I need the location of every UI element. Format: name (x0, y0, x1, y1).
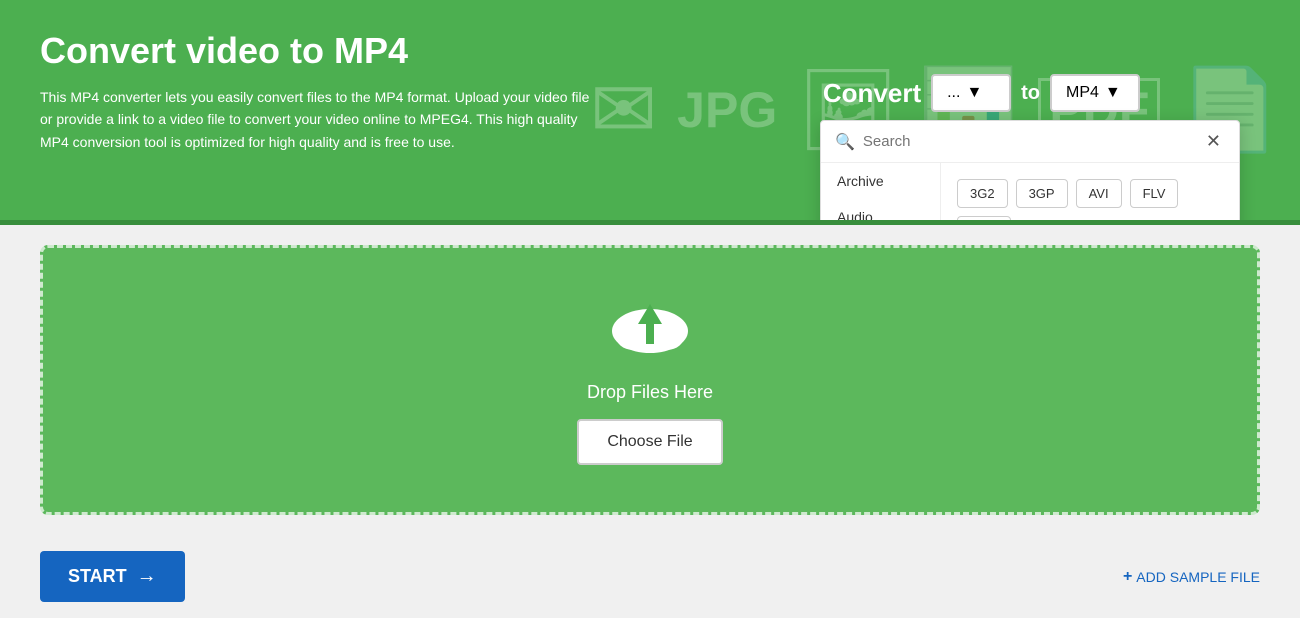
dropdown-body: ArchiveAudioCadDeviceDocumentEbookHashIm… (821, 163, 1239, 220)
search-icon: 🔍 (835, 132, 855, 152)
upload-cloud-icon (605, 296, 695, 366)
drop-files-text: Drop Files Here (587, 382, 713, 403)
close-button[interactable]: ✕ (1202, 131, 1225, 152)
plus-icon: + (1123, 568, 1132, 586)
upload-box[interactable]: Drop Files Here Choose File (40, 245, 1260, 515)
start-label: START (68, 566, 127, 587)
choose-file-button[interactable]: Choose File (577, 419, 722, 465)
chevron-down-icon: ▼ (966, 84, 982, 102)
format-list: 3G23GPAVIFLVMKVMOVMP4MPGOGVWEBMWMV (941, 163, 1239, 220)
add-sample-label: ADD SAMPLE FILE (1136, 569, 1260, 585)
arrow-right-icon: → (137, 565, 157, 588)
email-bg-icon: ✉ (590, 70, 657, 150)
format-badge-avi[interactable]: AVI (1076, 179, 1122, 208)
hero-description: This MP4 converter lets you easily conve… (40, 86, 590, 153)
hero-section: ✉ JPG 🖼 📊 PDF 📄 Convert video to MP4 Thi… (0, 0, 1300, 220)
convert-to-label: to (1021, 82, 1040, 105)
upload-icon-wrap (605, 296, 695, 366)
category-list: ArchiveAudioCadDeviceDocumentEbookHashIm… (821, 163, 941, 220)
start-button[interactable]: START → (40, 551, 185, 602)
category-item-archive[interactable]: Archive (821, 163, 940, 199)
format-badge-3g2[interactable]: 3G2 (957, 179, 1008, 208)
format-badge-mkv[interactable]: MKV (957, 216, 1011, 220)
main-area: Drop Files Here Choose File (0, 225, 1300, 535)
convert-to-value: MP4 (1066, 84, 1099, 102)
convert-label: Convert (823, 78, 921, 109)
format-badge-flv[interactable]: FLV (1130, 179, 1179, 208)
chevron-down-icon-to: ▼ (1105, 84, 1121, 102)
convert-from-button[interactable]: ... ▼ (931, 74, 1011, 112)
category-item-audio[interactable]: Audio (821, 199, 940, 220)
convert-to-button[interactable]: MP4 ▼ (1050, 74, 1140, 112)
format-badge-3gp[interactable]: 3GP (1016, 179, 1068, 208)
choose-file-label: Choose File (607, 433, 692, 450)
format-row: 3G2 3GP AVI FLV MKV (957, 179, 1223, 220)
search-input[interactable] (863, 133, 1194, 150)
bottom-bar: START → + ADD SAMPLE FILE (0, 535, 1300, 618)
add-sample-file[interactable]: + ADD SAMPLE FILE (1123, 568, 1260, 586)
dropdown-search-bar: 🔍 ✕ (821, 121, 1239, 163)
convert-from-value: ... (947, 84, 960, 102)
jpg-bg-icon: JPG (677, 85, 777, 135)
convert-bar: Convert ... ▼ to MP4 ▼ (823, 74, 1140, 112)
format-dropdown: 🔍 ✕ ArchiveAudioCadDeviceDocumentEbookHa… (820, 120, 1240, 220)
